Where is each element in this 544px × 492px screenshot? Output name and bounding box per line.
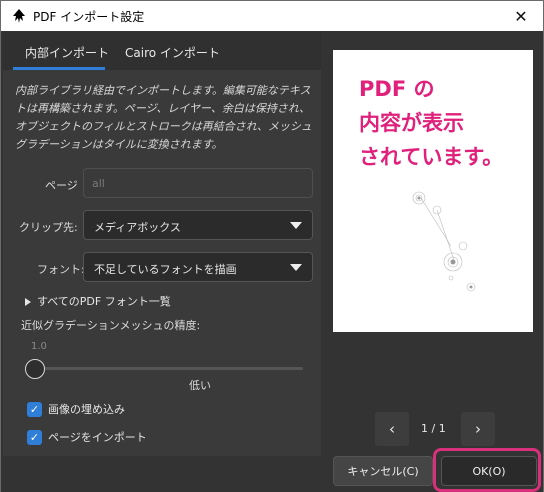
font-label: フォント: (37, 263, 85, 276)
page-navigator: ‹ 1 / 1 › (375, 412, 495, 446)
settings-panel: 内部インポート Cairo インポート 内部ライブラリ経由でインポートします。編… (3, 32, 321, 456)
embed-images-label: 画像の埋め込み (48, 403, 125, 416)
import-pages-checkbox[interactable]: ✓ (27, 429, 42, 445)
close-icon: ✕ (514, 6, 528, 26)
close-button[interactable]: ✕ (499, 1, 543, 31)
window-title: PDF インポート設定 (33, 10, 145, 24)
precision-slider-handle[interactable] (25, 359, 45, 379)
pdf-preview: PDF の 内容が表示 されています。 (333, 50, 533, 332)
ok-button-highlight (433, 448, 541, 492)
cancel-button[interactable]: キャンセル(C) (333, 456, 433, 486)
import-pages-option[interactable]: ✓ ページをインポート (27, 429, 147, 445)
chevron-down-icon (290, 222, 302, 229)
clip-dropdown-value: メディアボックス (94, 221, 181, 234)
clip-dropdown[interactable]: メディアボックス (83, 210, 313, 240)
inkscape-logo-icon (13, 9, 25, 23)
previous-page-button[interactable]: ‹ (375, 412, 409, 446)
import-description: 内部ライブラリ経由でインポートします。編集可能なテキストは再構築されます。ページ… (15, 84, 312, 151)
embed-images-option[interactable]: ✓ 画像の埋め込み (27, 401, 125, 417)
precision-slider-track[interactable] (33, 367, 303, 370)
preview-panel: PDF の 内容が表示 されています。 ‹ 1 / 1 › (323, 32, 543, 456)
font-dropdown[interactable]: 不足しているフォントを描画 (83, 252, 313, 282)
page-label: ページ (45, 179, 78, 192)
precision-caption: 低い (189, 379, 211, 392)
preview-graphic (412, 191, 476, 292)
active-tab-indicator (13, 67, 105, 70)
next-page-button[interactable]: › (461, 412, 495, 446)
import-pages-label: ページをインポート (48, 431, 147, 444)
font-list-expander-label: すべてのPDF フォント一覧 (37, 295, 171, 308)
font-dropdown-value: 不足しているフォントを描画 (94, 263, 237, 276)
chevron-left-icon: ‹ (389, 420, 395, 438)
precision-label: 近似グラデーションメッシュの精度: (21, 319, 201, 332)
tab-cairo-import[interactable]: Cairo インポート (125, 44, 220, 61)
precision-value: 1.0 (31, 341, 47, 352)
title-bar: PDF インポート設定 ✕ (1, 1, 543, 31)
chevron-down-icon (290, 264, 302, 271)
embed-images-checkbox[interactable]: ✓ (27, 401, 42, 417)
expander-triangle-icon (25, 298, 31, 306)
import-dialog: PDF インポート設定 ✕ 内部インポート Cairo インポート 内部ライブラ… (0, 0, 544, 492)
clip-label: クリップ先: (19, 221, 78, 234)
tab-internal-import[interactable]: 内部インポート (25, 44, 109, 61)
font-list-expander[interactable]: すべてのPDF フォント一覧 (25, 293, 171, 309)
tab-bar: 内部インポート Cairo インポート (3, 32, 321, 70)
chevron-right-icon: › (475, 420, 481, 438)
page-indicator: 1 / 1 (421, 422, 446, 435)
page-input[interactable]: all (83, 168, 313, 198)
